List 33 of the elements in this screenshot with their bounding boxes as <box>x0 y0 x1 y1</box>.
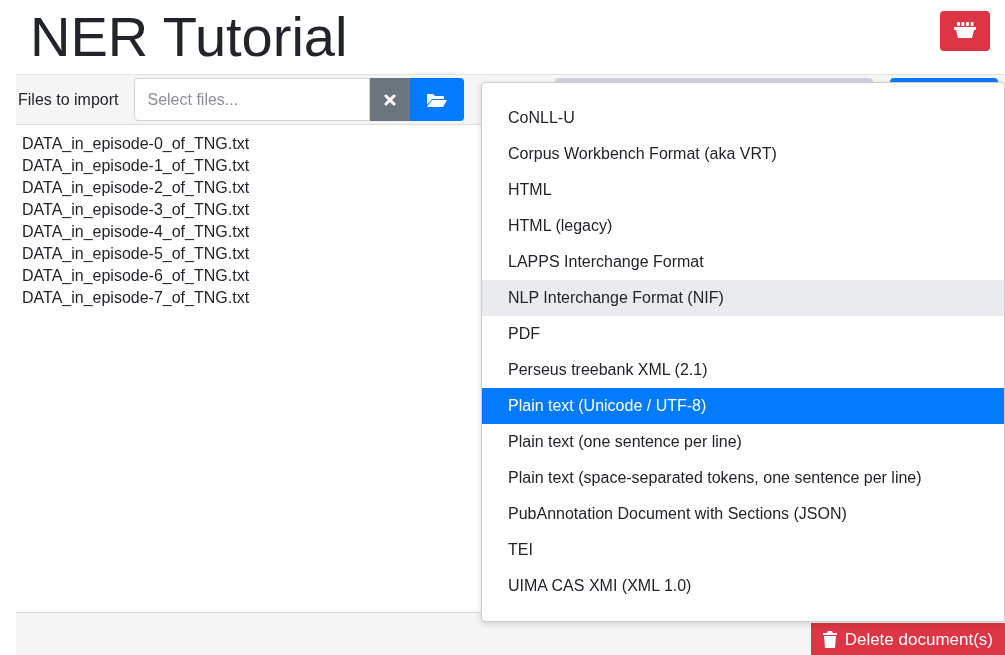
import-label: Files to import <box>18 90 119 109</box>
format-option[interactable]: Plain text (Unicode / UTF-8) <box>482 388 1004 424</box>
dumpster-icon <box>954 22 976 40</box>
format-option[interactable]: TEI <box>482 532 1004 568</box>
format-option[interactable]: Perseus treebank XML (2.1) <box>482 352 1004 388</box>
format-option[interactable]: UIMA CAS XMI (XML 1.0) <box>482 568 1004 604</box>
trash-icon <box>822 631 837 648</box>
clear-button[interactable] <box>370 78 411 121</box>
file-list-item[interactable]: DATA_in_episode-2_of_TNG.txt <box>22 177 250 199</box>
format-option[interactable]: CoNLL-U <box>482 100 1004 136</box>
file-list-item[interactable]: DATA_in_episode-5_of_TNG.txt <box>22 243 250 265</box>
file-list-item[interactable]: DATA_in_episode-1_of_TNG.txt <box>22 155 250 177</box>
format-option[interactable]: LAPPS Interchange Format <box>482 244 1004 280</box>
delete-documents-button[interactable]: Delete document(s) <box>810 623 1005 655</box>
format-option[interactable]: Plain text (one sentence per line) <box>482 424 1004 460</box>
format-option[interactable]: Plain text (space-separated tokens, one sentence per line) <box>482 460 1004 496</box>
format-option[interactable]: Corpus Workbench Format (aka VRT) <box>482 136 1004 172</box>
close-icon <box>384 93 397 106</box>
format-option[interactable]: NLP Interchange Format (NIF) <box>482 280 1004 316</box>
format-option[interactable]: HTML (legacy) <box>482 208 1004 244</box>
file-list-item[interactable]: DATA_in_episode-3_of_TNG.txt <box>22 199 250 221</box>
folder-icon <box>427 92 448 107</box>
format-option[interactable]: HTML <box>482 172 1004 208</box>
file-select-field[interactable]: Select files... <box>134 78 371 121</box>
page-title: NER Tutorial <box>30 4 348 70</box>
file-list-item[interactable]: DATA_in_episode-4_of_TNG.txt <box>22 221 250 243</box>
format-option[interactable]: PDF <box>482 316 1004 352</box>
file-list-item[interactable]: DATA_in_episode-0_of_TNG.txt <box>22 133 250 155</box>
file-list-item[interactable]: DATA_in_episode-6_of_TNG.txt <box>22 265 250 287</box>
browse-button[interactable] <box>410 78 465 121</box>
dumpster-button[interactable] <box>940 11 990 51</box>
format-option[interactable]: PubAnnotation Document with Sections (JSON) <box>482 496 1004 532</box>
file-list-item[interactable]: DATA_in_episode-7_of_TNG.txt <box>22 287 250 309</box>
